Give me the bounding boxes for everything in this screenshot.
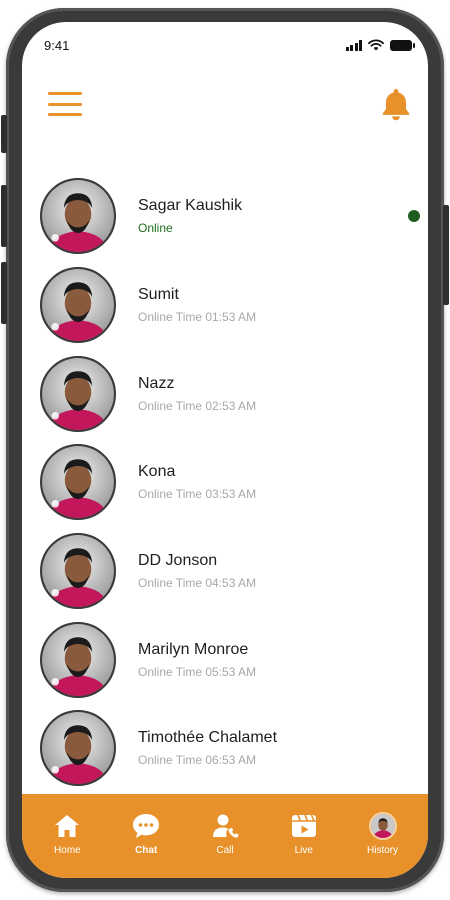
contact-item[interactable]: Sumit Online Time 01:53 AM — [22, 261, 428, 350]
history-avatar-icon — [368, 811, 398, 841]
contact-name: Timothée Chalamet — [138, 729, 278, 747]
contact-text: Nazz Online Time 02:53 AM — [138, 375, 256, 413]
contact-name: Sagar Kaushik — [138, 197, 243, 215]
nav-label: Live — [294, 844, 313, 856]
status-icons — [345, 39, 415, 51]
contact-item[interactable]: Sagar Kaushik Online — [22, 172, 428, 261]
avatar — [40, 355, 116, 432]
contact-name: Kona — [138, 463, 176, 481]
contact-status: Online Time 01:53 AM — [138, 310, 257, 325]
contact-text: Marilyn Monroe Online Time 05:53 AM — [138, 641, 256, 679]
nav-label: Call — [216, 844, 234, 856]
home-icon — [55, 814, 80, 837]
nav-label: History — [367, 844, 399, 856]
nav-label: Home — [54, 844, 81, 856]
contact-status: Online Time 06:53 AM — [138, 753, 257, 768]
bottom-nav: Home Chat Call Live History — [22, 794, 428, 878]
contact-status: Online Time 03:53 AM — [138, 487, 257, 502]
contact-name: Marilyn Monroe — [138, 640, 249, 658]
avatar — [40, 533, 116, 610]
nav-label: Chat — [135, 844, 158, 856]
contact-text: Sumit Online Time 01:53 AM — [138, 286, 256, 324]
bell-icon[interactable] — [378, 86, 414, 122]
contact-status: Online Time 02:53 AM — [138, 398, 257, 413]
avatar — [40, 444, 116, 521]
nav-call[interactable]: Call — [191, 811, 259, 856]
avatar — [40, 178, 116, 255]
header — [22, 82, 428, 126]
contact-status: Online Time 05:53 AM — [138, 664, 257, 679]
call-icon — [212, 814, 239, 838]
avatar — [40, 710, 116, 787]
contact-item[interactable]: Timothée Chalamet Online Time 06:53 AM — [22, 704, 428, 793]
volume-up-button — [1, 185, 7, 247]
chat-icon — [133, 813, 160, 838]
contact-name: Sumit — [138, 286, 179, 304]
contact-status: Online Time 04:53 AM — [138, 576, 257, 591]
avatar — [40, 267, 116, 344]
side-button — [1, 115, 7, 153]
nav-chat[interactable]: Chat — [112, 811, 180, 856]
status-bar: 9:41 — [22, 22, 428, 62]
wifi-icon — [368, 39, 384, 51]
contact-item[interactable]: DD Jonson Online Time 04:53 AM — [22, 527, 428, 616]
contact-text: Kona Online Time 03:53 AM — [138, 463, 256, 501]
hamburger-menu-icon[interactable] — [48, 92, 82, 116]
contact-name: Nazz — [138, 374, 175, 392]
nav-history[interactable]: History — [349, 811, 417, 856]
nav-live[interactable]: Live — [270, 811, 338, 856]
contact-item[interactable]: Nazz Online Time 02:53 AM — [22, 349, 428, 438]
avatar — [40, 621, 116, 698]
nav-home[interactable]: Home — [33, 811, 101, 856]
online-indicator — [408, 210, 420, 222]
status-time: 9:41 — [44, 37, 70, 53]
battery-icon — [390, 39, 415, 51]
signal-icon — [345, 39, 362, 51]
contact-name: DD Jonson — [138, 552, 218, 570]
contact-status: Online — [138, 221, 173, 236]
phone-screen: 9:41 Sagar Kaushik Online Sumit Online T… — [22, 22, 428, 878]
volume-down-button — [1, 262, 7, 324]
power-button — [443, 205, 449, 305]
contact-item[interactable]: Marilyn Monroe Online Time 05:53 AM — [22, 615, 428, 704]
live-icon — [291, 814, 316, 837]
contact-list: Sagar Kaushik Online Sumit Online Time 0… — [22, 172, 428, 793]
contact-text: DD Jonson Online Time 04:53 AM — [138, 552, 256, 590]
contact-text: Sagar Kaushik Online — [138, 197, 242, 235]
contact-text: Timothée Chalamet Online Time 06:53 AM — [138, 729, 277, 767]
contact-item[interactable]: Kona Online Time 03:53 AM — [22, 438, 428, 527]
